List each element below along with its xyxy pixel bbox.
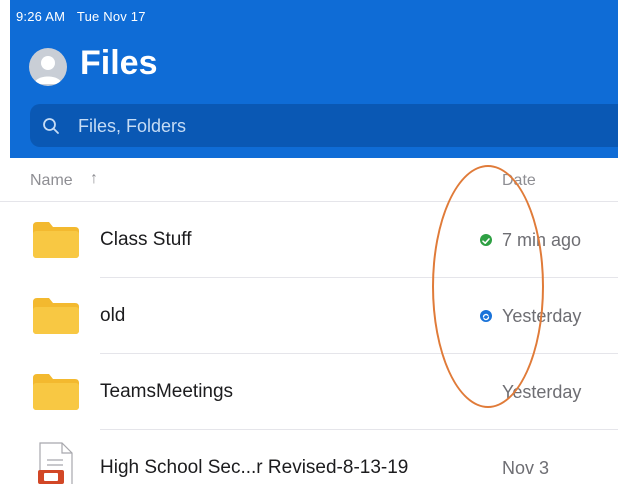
app-header: 9:26 AM Tue Nov 17 Files Files, Folders	[10, 0, 618, 158]
synced-check-icon	[480, 234, 492, 246]
file-date: Nov 3	[502, 458, 550, 478]
page-title: Files	[80, 44, 158, 82]
file-name: Class Stuff	[100, 229, 192, 250]
file-name: High School Sec...r Revised-8-13-19	[100, 457, 409, 478]
search-placeholder: Files, Folders	[78, 116, 187, 136]
list-item[interactable]: Class Stuff 7 min ago	[0, 202, 618, 278]
list-item[interactable]: old Yesterday	[0, 278, 618, 354]
column-name-sort[interactable]: Name	[30, 172, 73, 190]
file-name: TeamsMeetings	[100, 381, 234, 402]
folder-icon	[33, 222, 79, 258]
powerpoint-file-icon	[38, 442, 73, 484]
person-icon	[34, 56, 62, 84]
file-date: Yesterday	[502, 382, 582, 402]
status-date: Tue Nov 17	[76, 9, 146, 24]
folder-icon	[33, 374, 79, 410]
list-item[interactable]: High School Sec...r Revised-8-13-19 Nov …	[0, 430, 618, 484]
status-time: 9:26 AM	[16, 9, 66, 24]
sort-arrow-up-icon[interactable]: ↑	[90, 170, 98, 188]
search-bar[interactable]: Files, Folders	[30, 104, 618, 147]
file-date: Yesterday	[502, 306, 582, 326]
column-date-sort[interactable]: Date	[502, 172, 536, 190]
avatar[interactable]	[29, 48, 67, 86]
file-date: 7 min ago	[502, 230, 582, 250]
folder-icon	[33, 298, 79, 334]
syncing-icon	[480, 310, 492, 322]
file-name: old	[100, 305, 126, 326]
list-item[interactable]: TeamsMeetings Yesterday	[0, 354, 618, 430]
status-bar: 9:26 AM Tue Nov 17	[16, 9, 146, 24]
search-icon	[43, 118, 59, 134]
column-header: Name ↑ Date	[0, 158, 618, 202]
